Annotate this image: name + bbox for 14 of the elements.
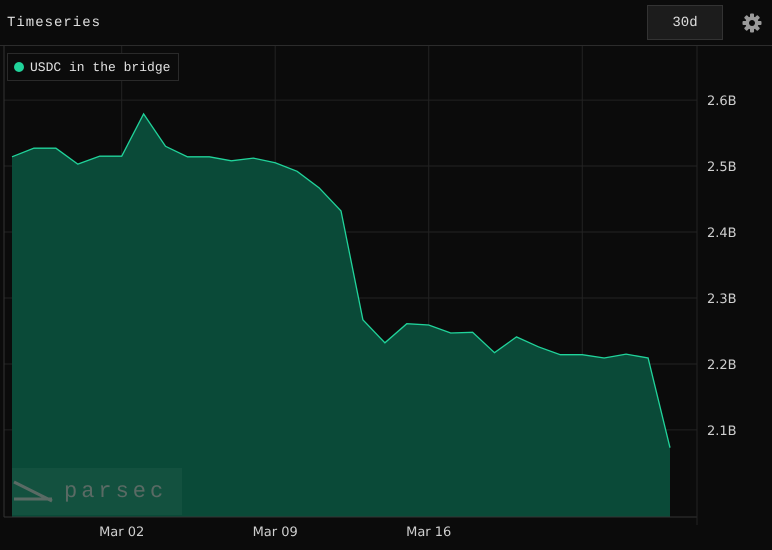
y-axis-label: 2.6B — [707, 94, 737, 110]
x-axis-label: Mar 02 — [99, 525, 144, 540]
settings-icon[interactable] — [742, 12, 762, 32]
panel-title: Timeseries — [7, 14, 102, 30]
range-button[interactable]: 30d — [647, 5, 723, 40]
y-axis-label: 2.3B — [707, 292, 737, 307]
y-axis-label: 2.2B — [707, 358, 737, 373]
y-axis-label: 2.5B — [707, 160, 737, 176]
y-axis-label: 2.1B — [707, 424, 737, 439]
legend-label: USDC in the bridge — [30, 60, 170, 74]
y-axis-label: 2.4B — [707, 226, 737, 242]
watermark-text: parsec — [64, 479, 168, 504]
x-axis-label: Mar 09 — [252, 525, 298, 540]
x-axis-label: Mar 16 — [406, 525, 452, 540]
